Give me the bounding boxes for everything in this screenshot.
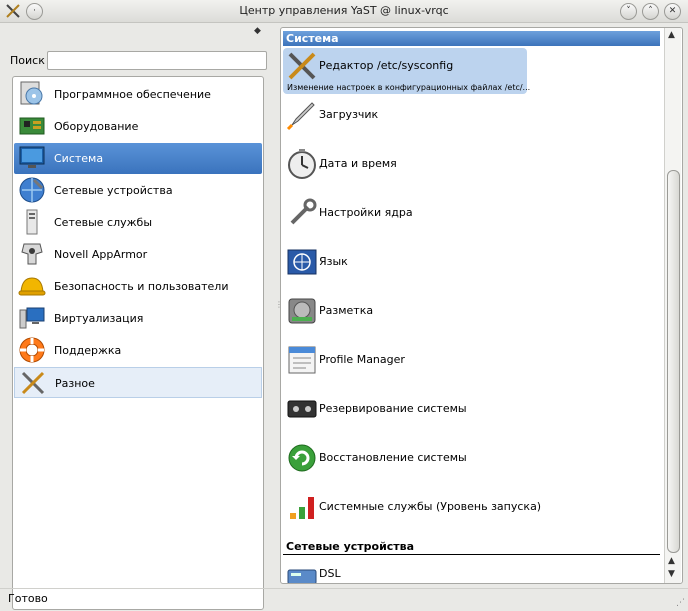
category-label: Сетевые службы xyxy=(54,216,153,229)
title-bar[interactable]: · Центр управления YaST @ linux-vrqc ˅ ˄… xyxy=(0,0,688,23)
status-text: Готово xyxy=(8,592,48,605)
module-system-backup[interactable]: Резервирование системы xyxy=(283,391,533,437)
category-item-network-devices[interactable]: Сетевые устройства xyxy=(14,175,262,206)
system-monitor-icon xyxy=(19,146,45,168)
scrollbar-thumb[interactable] xyxy=(667,170,680,553)
module-label: Profile Manager xyxy=(319,353,405,366)
module-dsl[interactable]: DSL xyxy=(283,558,533,583)
chevron-up-icon: ˄ xyxy=(648,6,653,16)
category-item-software[interactable]: Программное обеспечение xyxy=(14,79,262,110)
profile-manager-icon xyxy=(288,346,316,374)
restore-icon xyxy=(288,444,316,472)
network-devices-icon xyxy=(19,177,45,203)
category-label: Безопасность и пользователи xyxy=(54,280,229,293)
module-system-restore[interactable]: Восстановление системы xyxy=(283,440,533,486)
module-label: Разметка xyxy=(319,304,374,317)
network-services-icon xyxy=(26,209,38,235)
close-button[interactable]: ✕ xyxy=(664,3,681,20)
lifebuoy-icon xyxy=(19,337,45,363)
virtualization-icon xyxy=(19,307,45,329)
tape-backup-icon xyxy=(287,400,317,418)
search-label: Поиск xyxy=(10,54,45,67)
scroll-up-arrow-icon[interactable]: ▲ xyxy=(668,30,675,40)
module-language[interactable]: Язык xyxy=(283,244,533,290)
maximize-button[interactable]: ˄ xyxy=(642,3,659,20)
category-label: Программное обеспечение xyxy=(54,88,211,101)
module-sysconfig-editor[interactable]: Редактор /etc/sysconfig Изменение настро… xyxy=(283,48,531,94)
category-label: Поддержка xyxy=(54,344,122,357)
category-label: Novell AppArmor xyxy=(54,248,148,261)
minimize-button[interactable]: ˅ xyxy=(620,3,637,20)
category-item-misc[interactable]: Разное xyxy=(14,367,262,398)
category-item-system[interactable]: Система xyxy=(14,143,262,174)
module-panel: Система Редактор /etc/sysconfig Изменени… xyxy=(280,27,683,584)
category-item-apparmor[interactable]: Novell AppArmor xyxy=(14,239,262,270)
window-title: Центр управления YaST @ linux-vrqc xyxy=(239,4,449,17)
clock-icon xyxy=(288,149,316,179)
module-profile-manager[interactable]: Profile Manager xyxy=(283,342,533,388)
language-icon xyxy=(287,249,317,275)
category-item-hardware[interactable]: Оборудование xyxy=(14,111,262,142)
module-label: Загрузчик xyxy=(319,108,379,121)
module-runlevel-editor[interactable]: Системные службы (Уровень запуска) xyxy=(283,489,541,535)
yast-window: · Центр управления YaST @ linux-vrqc ˅ ˄… xyxy=(0,0,688,610)
hardware-icon xyxy=(19,117,45,135)
category-label: Система xyxy=(54,152,104,165)
harddisk-icon xyxy=(288,298,316,324)
vertical-scrollbar[interactable]: ▲ ▲ ▼ xyxy=(664,28,681,583)
category-label: Виртуализация xyxy=(54,312,144,325)
module-bootloader[interactable]: Загрузчик xyxy=(283,97,533,143)
panel-splitter[interactable]: ⋮ xyxy=(275,300,283,312)
module-label: Редактор /etc/sysconfig xyxy=(319,59,454,72)
module-partitioner[interactable]: Разметка xyxy=(283,293,533,339)
resize-grip-icon[interactable]: ⋰ xyxy=(676,598,685,608)
category-list: Программное обеспечение Оборудование Сис… xyxy=(12,76,264,610)
module-label: DSL xyxy=(319,567,341,580)
runlevel-icon xyxy=(290,497,314,519)
rocket-icon xyxy=(286,102,315,131)
dsl-modem-icon xyxy=(287,569,317,583)
module-description: Изменение настроек в конфигурационных фа… xyxy=(287,83,531,92)
module-label: Резервирование системы xyxy=(319,402,467,415)
module-date-time[interactable]: Дата и время xyxy=(283,146,533,192)
category-panel: ◆ Поиск Программное обеспечение Оборудов… xyxy=(6,26,270,610)
category-label: Разное xyxy=(55,377,95,390)
category-item-network-services[interactable]: Сетевые службы xyxy=(14,207,262,238)
category-item-security[interactable]: Безопасность и пользователи xyxy=(14,271,262,302)
category-item-virtualization[interactable]: Виртуализация xyxy=(14,303,262,334)
wrench-icon xyxy=(290,198,317,225)
scroll-up-arrow-icon[interactable]: ▲ xyxy=(668,556,675,566)
apparmor-icon xyxy=(21,243,43,265)
tools-icon xyxy=(288,52,316,80)
pin-icon[interactable]: ◆ xyxy=(254,26,261,36)
module-kernel-settings[interactable]: Настройки ядра xyxy=(283,195,533,241)
category-label: Сетевые устройства xyxy=(54,184,173,197)
software-icon xyxy=(20,81,43,105)
security-helmet-icon xyxy=(18,277,46,296)
close-icon: ✕ xyxy=(668,6,677,16)
misc-tools-icon xyxy=(21,371,45,395)
status-bar: Готово ⋰ xyxy=(0,588,688,611)
module-label: Настройки ядра xyxy=(319,206,413,219)
module-label: Восстановление системы xyxy=(319,451,467,464)
module-label: Язык xyxy=(319,255,348,268)
chevron-down-icon: ˅ xyxy=(626,6,631,16)
category-label: Оборудование xyxy=(54,120,139,133)
section-header-system: Система xyxy=(283,31,660,46)
category-item-support[interactable]: Поддержка xyxy=(14,335,262,366)
module-label: Системные службы (Уровень запуска) xyxy=(319,500,542,513)
scroll-down-arrow-icon[interactable]: ▼ xyxy=(668,569,675,579)
search-input[interactable] xyxy=(47,51,267,70)
module-label: Дата и время xyxy=(319,157,397,170)
section-header-network-devices: Сетевые устройства xyxy=(283,539,660,555)
